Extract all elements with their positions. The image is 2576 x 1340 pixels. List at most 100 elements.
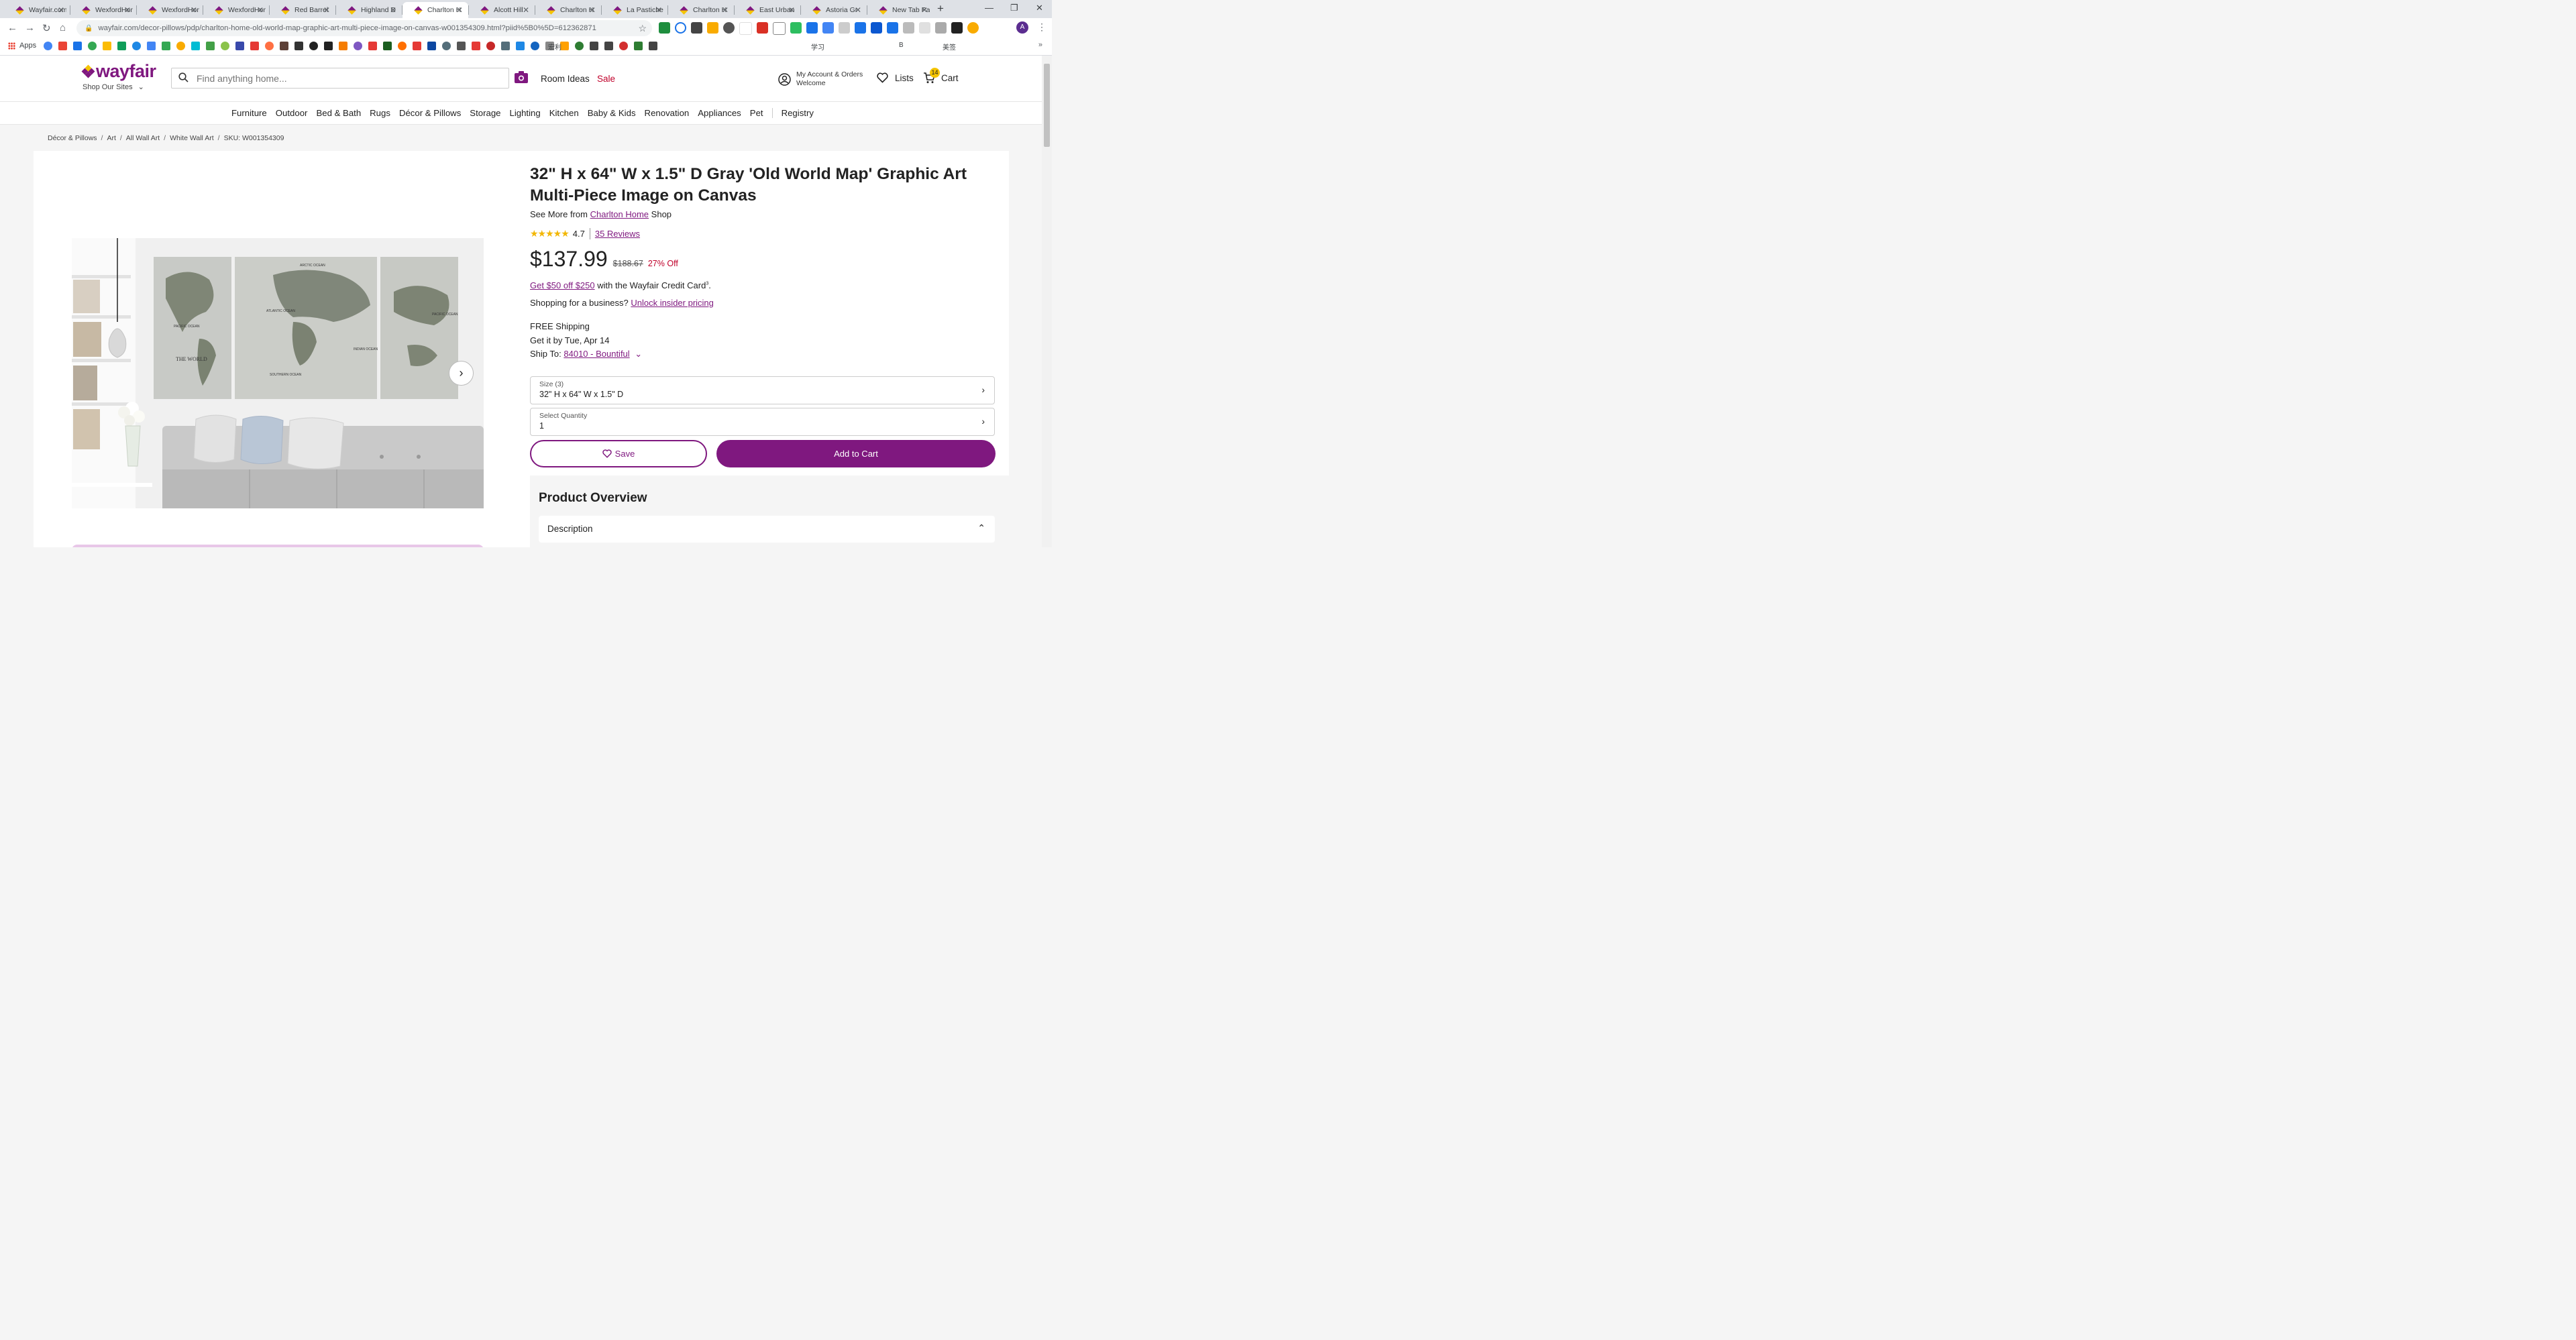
close-tab-icon[interactable]: ✕: [390, 5, 396, 15]
category-nav-item[interactable]: Pet: [750, 108, 763, 118]
bookmark-favicon-icon[interactable]: [619, 42, 628, 50]
bookmark-favicon-icon[interactable]: [531, 42, 539, 50]
close-tab-icon[interactable]: ✕: [722, 5, 729, 15]
add-to-cart-button[interactable]: Add to Cart: [716, 440, 996, 467]
category-nav-item[interactable]: Outdoor: [276, 108, 308, 118]
browser-tab[interactable]: Alcott Hill ✕: [469, 2, 535, 18]
room-ideas-link[interactable]: Room Ideas: [541, 74, 590, 84]
extension-icon[interactable]: [951, 22, 963, 34]
category-nav-item[interactable]: Décor & Pillows: [399, 108, 461, 118]
bookmark-favicon-icon[interactable]: [339, 42, 347, 50]
next-image-button[interactable]: ›: [449, 361, 474, 386]
browser-tab[interactable]: Highland D ✕: [336, 2, 402, 18]
extension-icon[interactable]: [659, 22, 670, 34]
lists-link[interactable]: Lists: [877, 72, 914, 83]
close-tab-icon[interactable]: ✕: [124, 5, 131, 15]
breadcrumb-link[interactable]: Art: [107, 134, 115, 142]
category-nav-item[interactable]: Kitchen: [549, 108, 579, 118]
new-tab-button[interactable]: +: [937, 2, 944, 15]
bookmark-favicon-icon[interactable]: [604, 42, 613, 50]
browser-tab[interactable]: Wayfair.com ✕: [4, 2, 70, 18]
bookmark-favicon-icon[interactable]: [575, 42, 584, 50]
browser-tab[interactable]: New Tab Page✕: [867, 2, 933, 18]
close-tab-icon[interactable]: ✕: [323, 5, 330, 15]
evernote-icon[interactable]: [790, 22, 802, 34]
scrollbar-thumb[interactable]: [1044, 64, 1050, 147]
extension-icon[interactable]: [739, 22, 752, 35]
bookmark-favicon-icon[interactable]: [58, 42, 67, 50]
bookmark-favicon-icon[interactable]: [280, 42, 288, 50]
extension-icon[interactable]: [855, 22, 866, 34]
extension-icon[interactable]: [806, 22, 818, 34]
extension-icon[interactable]: [887, 22, 898, 34]
extension-icon[interactable]: [935, 22, 947, 34]
minimize-icon[interactable]: —: [985, 3, 994, 13]
breadcrumb-link[interactable]: All Wall Art: [126, 134, 160, 142]
bookmark-favicon-icon[interactable]: [294, 42, 303, 50]
extension-icon[interactable]: [675, 22, 686, 34]
bookmark-favicon-icon[interactable]: [88, 42, 97, 50]
insider-pricing-link[interactable]: Unlock insider pricing: [631, 298, 714, 308]
account-menu[interactable]: My Account & Orders Welcome: [778, 70, 863, 88]
bookmark-label[interactable]: 宏利: [548, 42, 561, 52]
bookmark-favicon-icon[interactable]: [398, 42, 407, 50]
calendar-icon[interactable]: [822, 22, 834, 34]
browser-tab[interactable]: Charlton H ✕: [668, 2, 734, 18]
page-scrollbar[interactable]: [1042, 56, 1052, 547]
bookmark-favicon-icon[interactable]: [132, 42, 141, 50]
bookmark-label[interactable]: 美签: [943, 42, 956, 52]
search-box[interactable]: [171, 68, 509, 89]
category-nav-item[interactable]: Appliances: [698, 108, 741, 118]
restore-icon[interactable]: ❐: [1010, 3, 1018, 13]
bookmark-favicon-icon[interactable]: [442, 42, 451, 50]
bookmark-favicon-icon[interactable]: [413, 42, 421, 50]
browser-tab[interactable]: Charlton H ✕: [402, 2, 468, 18]
breadcrumb-link[interactable]: White Wall Art: [170, 134, 214, 142]
category-nav-item[interactable]: Registry: [782, 108, 814, 118]
bookmark-label[interactable]: B: [899, 42, 904, 49]
bookmarks-overflow-icon[interactable]: »: [1038, 41, 1042, 49]
bookmark-favicon-icon[interactable]: [634, 42, 643, 50]
bookmark-favicon-icon[interactable]: [309, 42, 318, 50]
bookmark-favicon-icon[interactable]: [427, 42, 436, 50]
bookmark-favicon-icon[interactable]: [516, 42, 525, 50]
description-accordion[interactable]: Description ⌃: [539, 516, 995, 543]
bookmark-favicon-icon[interactable]: [354, 42, 362, 50]
bookmark-favicon-icon[interactable]: [44, 42, 52, 50]
extension-icon[interactable]: [919, 22, 930, 34]
extension-icon[interactable]: [967, 22, 979, 34]
search-input[interactable]: [195, 72, 493, 85]
browser-tab[interactable]: WexfordHome✕: [203, 2, 269, 18]
close-tab-icon[interactable]: ✕: [191, 5, 197, 15]
back-icon[interactable]: ←: [7, 22, 17, 34]
cart-link[interactable]: 14 Cart: [923, 68, 959, 84]
quantity-selector[interactable]: Select Quantity 1 ›: [530, 408, 995, 436]
category-nav-item[interactable]: Baby & Kids: [588, 108, 636, 118]
category-nav-item[interactable]: Furniture: [231, 108, 267, 118]
camera-search-icon[interactable]: [515, 71, 528, 85]
bookmark-star-icon[interactable]: ☆: [638, 23, 647, 34]
browser-tab[interactable]: Astoria Gr ✕: [801, 2, 867, 18]
reviews-link[interactable]: 35 Reviews: [595, 229, 640, 239]
ship-to-zip-link[interactable]: 84010 - Bountiful: [564, 349, 629, 359]
bookmark-favicon-icon[interactable]: [221, 42, 229, 50]
bookmark-favicon-icon[interactable]: [117, 42, 126, 50]
bookmark-favicon-icon[interactable]: [176, 42, 185, 50]
close-tab-icon[interactable]: ✕: [456, 5, 463, 15]
bookmark-favicon-icon[interactable]: [235, 42, 244, 50]
home-icon[interactable]: ⌂: [60, 22, 66, 34]
bookmark-favicon-icon[interactable]: [383, 42, 392, 50]
breadcrumb-link[interactable]: Décor & Pillows: [48, 134, 97, 142]
browser-tab[interactable]: Red Barrel ✕: [270, 2, 335, 18]
close-tab-icon[interactable]: ✕: [921, 5, 928, 15]
close-tab-icon[interactable]: ✕: [257, 5, 264, 15]
bookmark-favicon-icon[interactable]: [472, 42, 480, 50]
close-tab-icon[interactable]: ✕: [855, 5, 861, 15]
bookmark-favicon-icon[interactable]: [368, 42, 377, 50]
bookmark-favicon-icon[interactable]: [206, 42, 215, 50]
close-tab-icon[interactable]: ✕: [655, 5, 662, 15]
extension-icon[interactable]: [691, 22, 702, 34]
extension-icon[interactable]: [871, 22, 882, 34]
bookmark-favicon-icon[interactable]: [250, 42, 259, 50]
bookmark-favicon-icon[interactable]: [147, 42, 156, 50]
